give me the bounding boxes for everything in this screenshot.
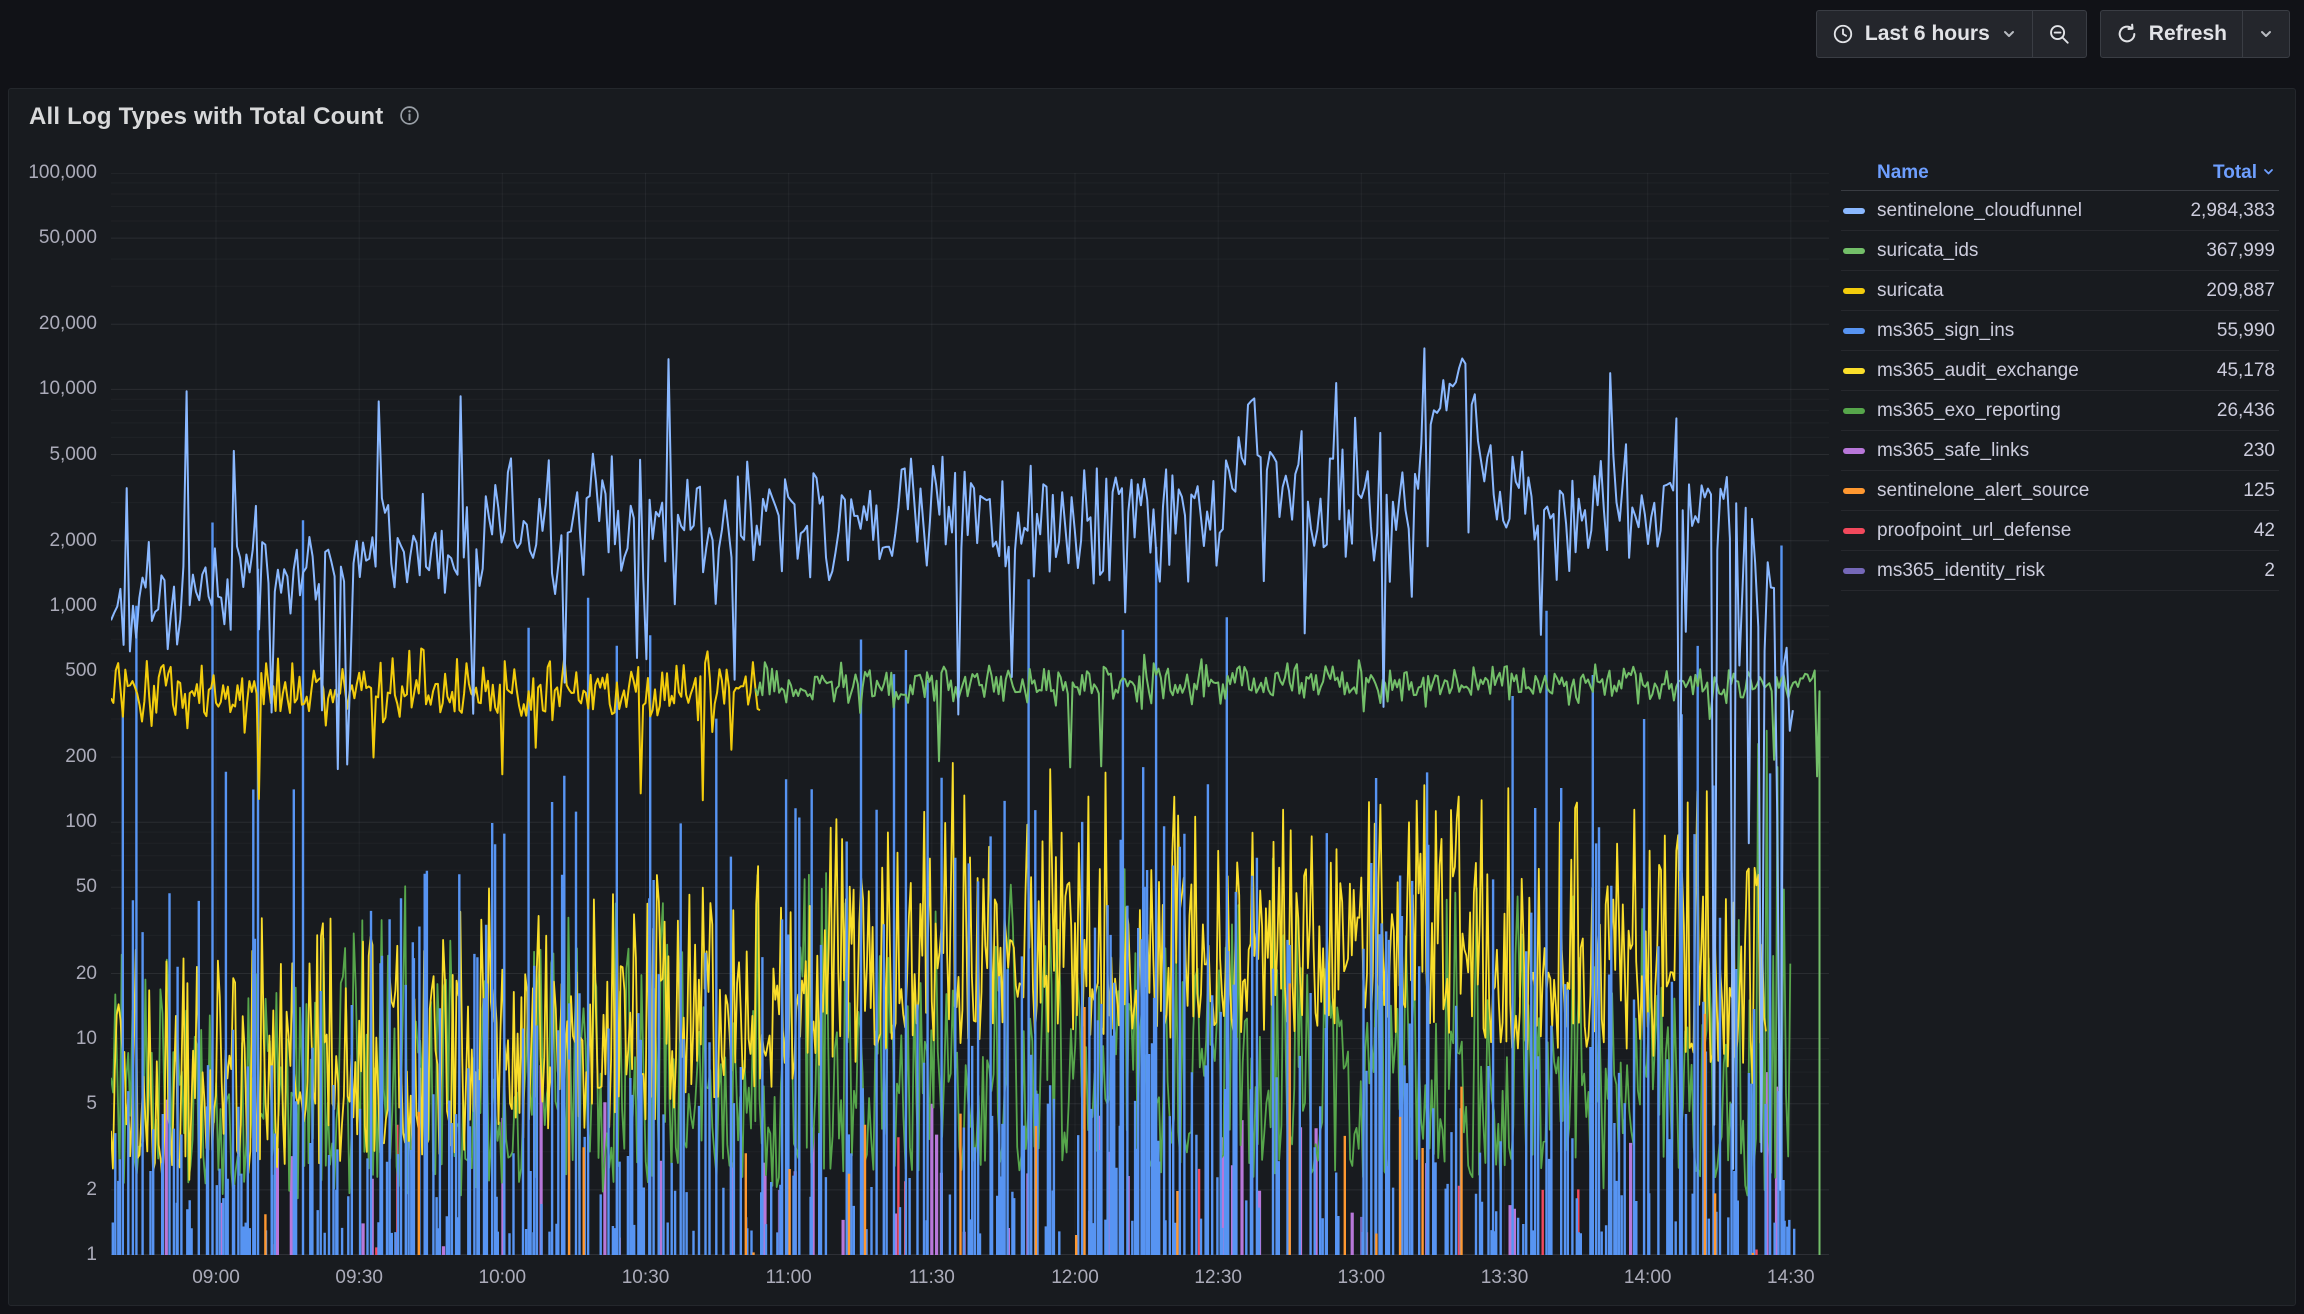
series-total-value: 45,178 <box>2217 360 2275 382</box>
series-total-value: 367,999 <box>2206 240 2275 262</box>
legend-total-header-label: Total <box>2213 162 2257 184</box>
legend-row-ms365_sign_ins[interactable]: ms365_sign_ins55,990 <box>1841 311 2279 351</box>
series-name: ms365_audit_exchange <box>1877 360 2217 382</box>
x-axis-label: 12:00 <box>1027 1267 1123 1289</box>
series-name: proofpoint_url_defense <box>1877 520 2254 542</box>
y-axis-label: 50 <box>5 876 97 898</box>
y-axis-label: 10,000 <box>5 378 97 400</box>
x-axis-label: 12:30 <box>1170 1267 1266 1289</box>
time-controls: Last 6 hours <box>1816 10 2087 58</box>
series-total-value: 55,990 <box>2217 320 2275 342</box>
x-axis-label: 09:30 <box>311 1267 407 1289</box>
legend-table: Name Total sentinelone_cloudfunnel2,984,… <box>1841 155 2279 591</box>
refresh-controls: Refresh <box>2100 10 2290 58</box>
y-axis-label: 2 <box>5 1179 97 1201</box>
series-color-swatch <box>1843 288 1865 294</box>
legend-rows: sentinelone_cloudfunnel2,984,383suricata… <box>1841 191 2279 591</box>
clock-icon <box>1832 23 1854 45</box>
legend-name-header[interactable]: Name <box>1877 162 1929 184</box>
magnifier-minus-icon <box>2048 23 2071 46</box>
time-series-chart: 1251020501002005001,0002,0005,00010,0002… <box>111 173 1829 1255</box>
series-name: suricata <box>1877 280 2206 302</box>
refresh-button[interactable]: Refresh <box>2101 11 2242 57</box>
y-axis-label: 1 <box>5 1244 97 1266</box>
series-color-swatch <box>1843 568 1865 574</box>
time-range-label: Last 6 hours <box>1865 22 1990 46</box>
legend-row-ms365_safe_links[interactable]: ms365_safe_links230 <box>1841 431 2279 471</box>
series-total-value: 230 <box>2243 440 2275 462</box>
series-color-swatch <box>1843 448 1865 454</box>
y-axis-label: 1,000 <box>5 595 97 617</box>
series-total-value: 209,887 <box>2206 280 2275 302</box>
y-axis-label: 2,000 <box>5 530 97 552</box>
y-axis-label: 10 <box>5 1028 97 1050</box>
legend-row-ms365_identity_risk[interactable]: ms365_identity_risk2 <box>1841 551 2279 591</box>
series-name: ms365_sign_ins <box>1877 320 2217 342</box>
series-total-value: 42 <box>2254 520 2275 542</box>
series-color-swatch <box>1843 328 1865 334</box>
x-axis-label: 10:00 <box>454 1267 550 1289</box>
series-color-swatch <box>1843 408 1865 414</box>
series-total-value: 2 <box>2264 560 2275 582</box>
panel-header: All Log Types with Total Count <box>9 89 2295 131</box>
y-axis-label: 5,000 <box>5 444 97 466</box>
legend-row-sentinelone_cloudfunnel[interactable]: sentinelone_cloudfunnel2,984,383 <box>1841 191 2279 231</box>
refresh-interval-dropdown[interactable] <box>2242 11 2289 57</box>
info-icon[interactable] <box>399 105 420 131</box>
dashboard-toolbar: Last 6 hours Refresh <box>1816 10 2290 58</box>
series-name: suricata_ids <box>1877 240 2206 262</box>
series-name: sentinelone_cloudfunnel <box>1877 200 2190 222</box>
legend-row-proofpoint_url_defense[interactable]: proofpoint_url_defense42 <box>1841 511 2279 551</box>
x-axis-label: 14:30 <box>1743 1267 1839 1289</box>
x-axis-label: 09:00 <box>168 1267 264 1289</box>
refresh-label: Refresh <box>2149 22 2227 46</box>
legend-row-ms365_audit_exchange[interactable]: ms365_audit_exchange45,178 <box>1841 351 2279 391</box>
series-name: sentinelone_alert_source <box>1877 480 2243 502</box>
y-axis-label: 100 <box>5 811 97 833</box>
y-axis-label: 200 <box>5 746 97 768</box>
refresh-icon <box>2116 23 2138 45</box>
zoom-out-button[interactable] <box>2032 11 2086 57</box>
series-total-value: 26,436 <box>2217 400 2275 422</box>
series-color-swatch <box>1843 368 1865 374</box>
series-color-swatch <box>1843 528 1865 534</box>
x-axis-label: 14:00 <box>1600 1267 1696 1289</box>
y-axis-label: 50,000 <box>5 227 97 249</box>
panel-all-log-types: All Log Types with Total Count 125102050… <box>8 88 2296 1306</box>
time-series-plot[interactable] <box>111 173 1829 1255</box>
series-color-swatch <box>1843 488 1865 494</box>
gridline-major <box>111 173 1829 1255</box>
x-axis-label: 11:00 <box>741 1267 837 1289</box>
series-total-value: 125 <box>2243 480 2275 502</box>
legend-row-suricata_ids[interactable]: suricata_ids367,999 <box>1841 231 2279 271</box>
legend-header: Name Total <box>1841 155 2279 191</box>
sort-descending-icon <box>2262 162 2275 184</box>
x-axis-label: 13:30 <box>1457 1267 1553 1289</box>
panel-title: All Log Types with Total Count <box>29 103 383 131</box>
legend-row-sentinelone_alert_source[interactable]: sentinelone_alert_source125 <box>1841 471 2279 511</box>
series-name: ms365_safe_links <box>1877 440 2243 462</box>
series-color-swatch <box>1843 208 1865 214</box>
time-range-picker[interactable]: Last 6 hours <box>1817 11 2032 57</box>
y-axis-label: 100,000 <box>5 162 97 184</box>
y-axis-label: 20 <box>5 963 97 985</box>
x-axis-label: 11:30 <box>884 1267 980 1289</box>
series-name: ms365_exo_reporting <box>1877 400 2217 422</box>
series-name: ms365_identity_risk <box>1877 560 2264 582</box>
legend-total-header[interactable]: Total <box>2213 162 2275 184</box>
series-color-swatch <box>1843 248 1865 254</box>
chevron-down-icon <box>2001 26 2017 42</box>
x-axis-label: 10:30 <box>598 1267 694 1289</box>
y-axis-label: 5 <box>5 1093 97 1115</box>
legend-row-suricata[interactable]: suricata209,887 <box>1841 271 2279 311</box>
y-axis-label: 500 <box>5 660 97 682</box>
series-total-value: 2,984,383 <box>2190 200 2275 222</box>
y-axis-label: 20,000 <box>5 313 97 335</box>
x-axis-label: 13:00 <box>1313 1267 1409 1289</box>
chevron-down-icon <box>2258 26 2274 42</box>
legend-row-ms365_exo_reporting[interactable]: ms365_exo_reporting26,436 <box>1841 391 2279 431</box>
